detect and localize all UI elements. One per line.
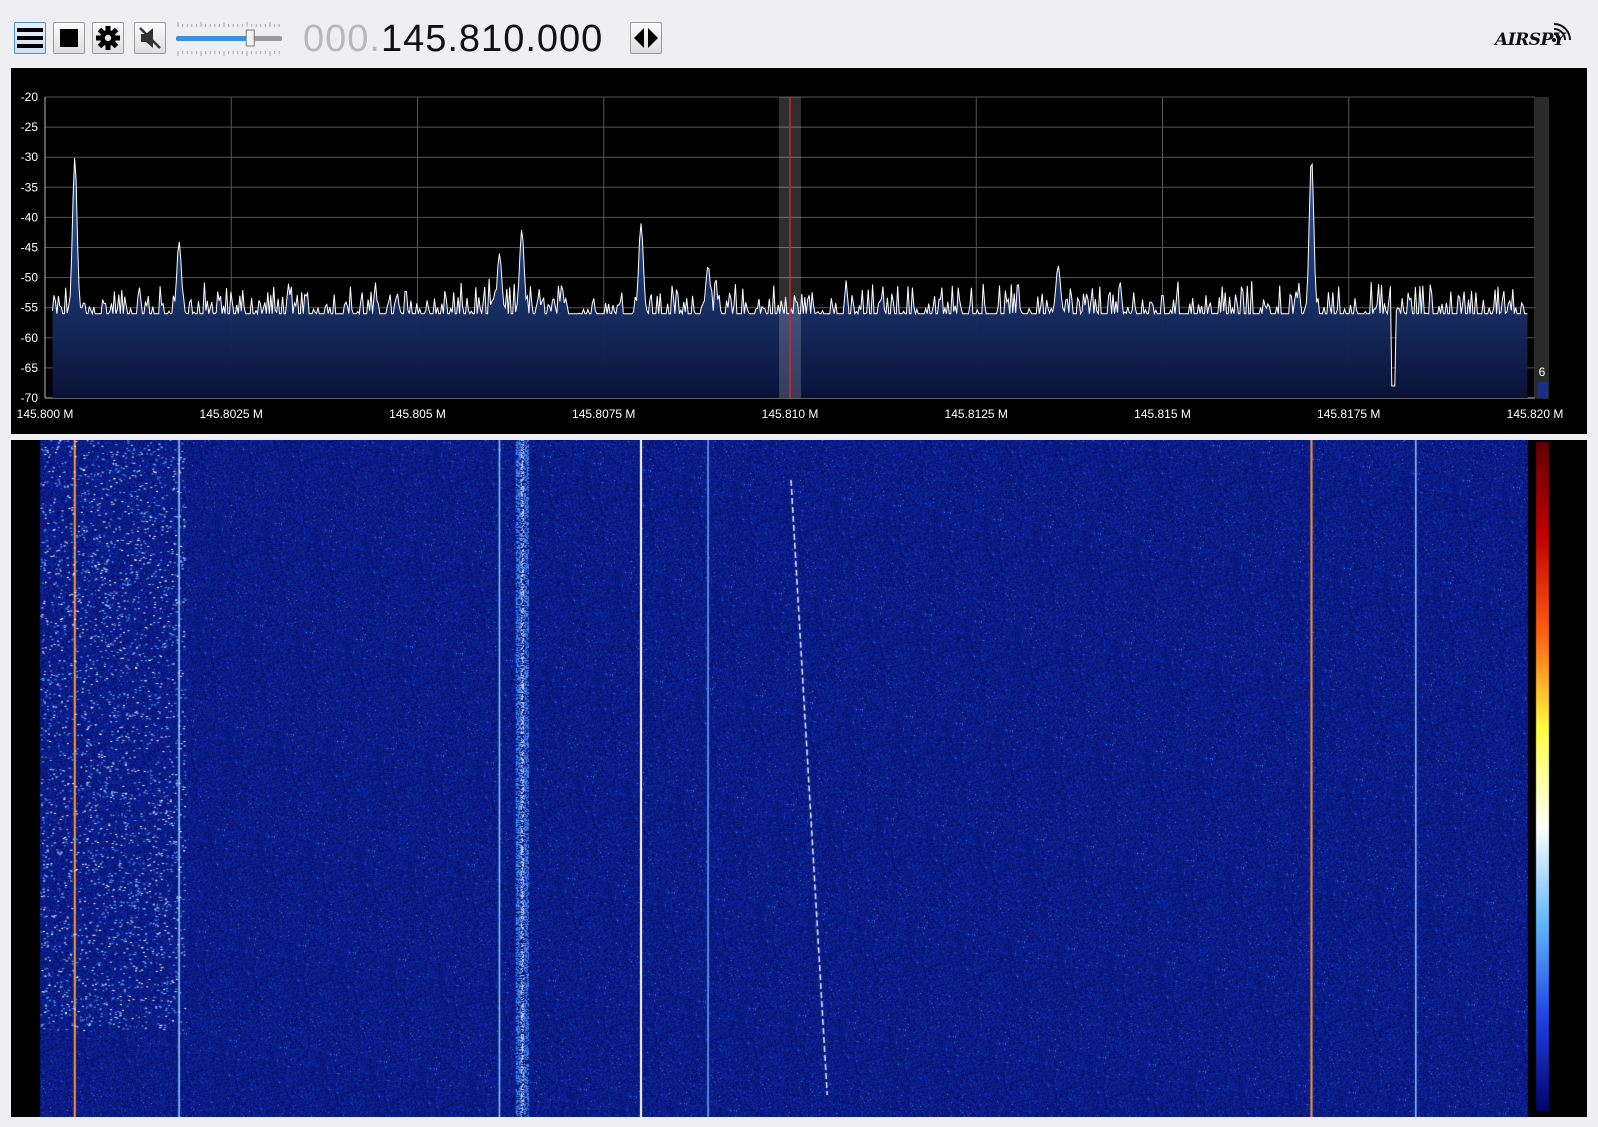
volume-thumb [245,29,255,47]
y-tick-label: -30 [21,150,39,164]
mute-button[interactable] [134,22,166,54]
spectrum-scroll-value: 6 [1539,365,1546,379]
frequency-prefix: 000. [303,18,381,60]
waterfall-display[interactable] [11,440,1587,1117]
stop-button[interactable] [53,22,85,54]
volume-slider[interactable] [174,18,286,60]
gear-icon [95,25,121,51]
left-right-arrows-icon [633,27,659,49]
x-tick-label: 145.820 M [1507,407,1564,421]
x-tick-label: 145.815 M [1134,407,1191,421]
toolbar: 000.145.810.000 AIRSPY [0,0,1598,68]
frequency-display[interactable]: 000.145.810.000 [303,17,603,61]
spectrum-scroll-thumb [1537,382,1548,398]
y-tick-label: -40 [21,210,39,224]
wireless-signal-icon [1552,23,1571,42]
menu-button[interactable] [14,22,46,54]
stop-square-icon [60,29,78,47]
y-tick-label: -55 [21,301,39,315]
y-tick-label: -50 [21,271,39,285]
y-tick-label: -70 [21,391,39,405]
settings-button[interactable] [92,22,124,54]
y-tick-label: -60 [21,331,39,345]
x-tick-label: 145.8025 M [200,407,263,421]
tune-step-button[interactable] [630,22,662,54]
hamburger-menu-icon [17,27,43,49]
waterfall-panel[interactable] [11,440,1587,1117]
x-tick-label: 145.8125 M [945,407,1008,421]
spectrum-plot[interactable]: -20 -25 -30 -35 -40 -45 -50 -55 -60 -65 -70 145.800… [11,68,1587,434]
y-tick-label: -20 [21,90,39,104]
x-tick-label: 145.8175 M [1317,407,1380,421]
frequency-value[interactable]: 145.810.000 [381,18,603,60]
y-tick-label: -65 [21,361,39,375]
x-tick-label: 145.8075 M [572,407,635,421]
speaker-muted-icon [137,25,163,51]
y-tick-label: -45 [21,241,39,255]
volume-fill [176,36,251,41]
x-tick-label: 145.810 M [762,407,819,421]
y-tick-label: -25 [21,120,39,134]
x-tick-label: 145.800 M [17,407,74,421]
airspy-logo: AIRSPY [1490,22,1574,52]
x-tick-label: 145.805 M [389,407,446,421]
y-tick-label: -35 [21,180,39,194]
spectrum-scrollbar [1536,97,1549,399]
spectrum-panel[interactable]: -20 -25 -30 -35 -40 -45 -50 -55 -60 -65 -70 145.800… [11,68,1587,434]
